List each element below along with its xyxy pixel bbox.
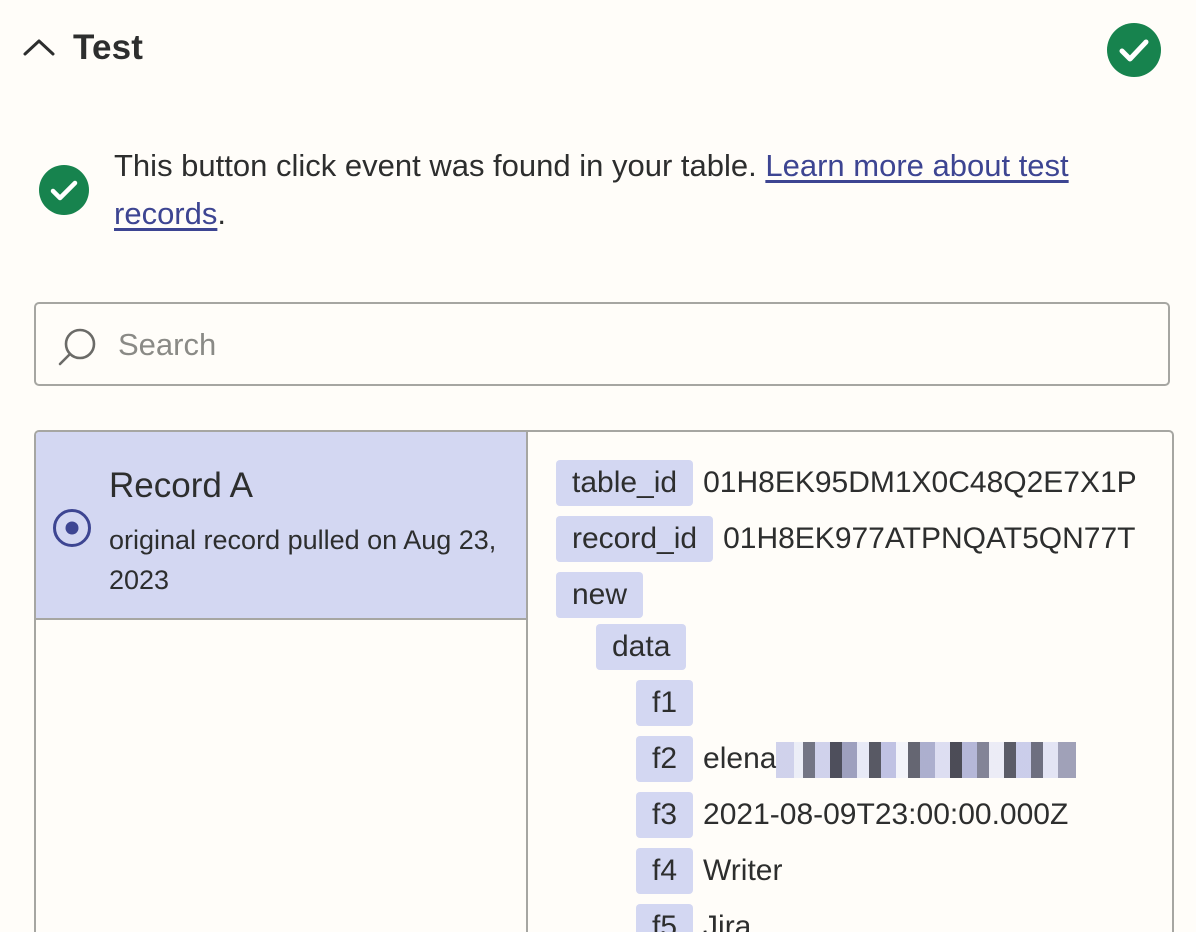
field-key: f5 (636, 904, 694, 932)
zap-test-panel: Test This button click event was found i… (0, 0, 1196, 932)
message-text: This button click event was found in you… (114, 142, 1176, 238)
record-list: Record A original record pulled on Aug 2… (36, 432, 528, 932)
field-value: 01H8EK95DM1X0C48Q2E7X1P (703, 466, 1137, 499)
field-value: elena (703, 742, 777, 775)
field-value: Jira (703, 910, 752, 932)
field-key: new (556, 572, 644, 618)
search-icon (58, 328, 96, 366)
record-detail: table_id 01H8EK95DM1X0C48Q2E7X1P record_i… (528, 432, 1172, 932)
field-row: f4 Writer (636, 848, 782, 896)
field-value: Writer (703, 854, 783, 887)
field-key: f2 (636, 736, 694, 782)
radio-selected-icon[interactable] (52, 508, 92, 548)
field-row: f2 elena (636, 736, 1077, 784)
field-key: record_id (556, 516, 714, 562)
field-row: f1 (636, 680, 703, 728)
success-check-icon (39, 165, 89, 215)
test-section-header: Test (22, 22, 1162, 78)
field-row: table_id 01H8EK95DM1X0C48Q2E7X1P (556, 460, 1137, 508)
field-row: data (596, 624, 687, 672)
field-value: 01H8EK977ATPNQAT5QN77T (723, 522, 1136, 555)
field-key: f1 (636, 680, 694, 726)
chevron-up-icon (23, 39, 55, 56)
message-body: This button click event was found in you… (114, 148, 766, 183)
record-subtitle: original record pulled on Aug 23, 2023 (109, 525, 497, 595)
success-check-icon (1107, 23, 1161, 77)
records-panel: Record A original record pulled on Aug 2… (34, 430, 1174, 932)
field-key: data (596, 624, 687, 670)
field-row: record_id 01H8EK977ATPNQAT5QN77T (556, 516, 1135, 564)
field-key: f3 (636, 792, 694, 838)
section-title: Test (73, 28, 144, 67)
record-title: Record A (109, 466, 253, 505)
field-value: 2021-08-09T23:00:00.000Z (703, 798, 1069, 831)
field-key: f4 (636, 848, 694, 894)
search-input[interactable] (116, 318, 1150, 372)
redacted-block (776, 742, 1077, 778)
search-box (34, 302, 1170, 386)
field-key: table_id (556, 460, 694, 506)
field-row: new (556, 572, 644, 620)
record-item[interactable]: Record A original record pulled on Aug 2… (36, 432, 526, 620)
field-row: f5 Jira (636, 904, 751, 932)
collapse-button[interactable] (22, 30, 56, 64)
message-suffix: . (217, 196, 226, 231)
field-row: f3 2021-08-09T23:00:00.000Z (636, 792, 1068, 840)
